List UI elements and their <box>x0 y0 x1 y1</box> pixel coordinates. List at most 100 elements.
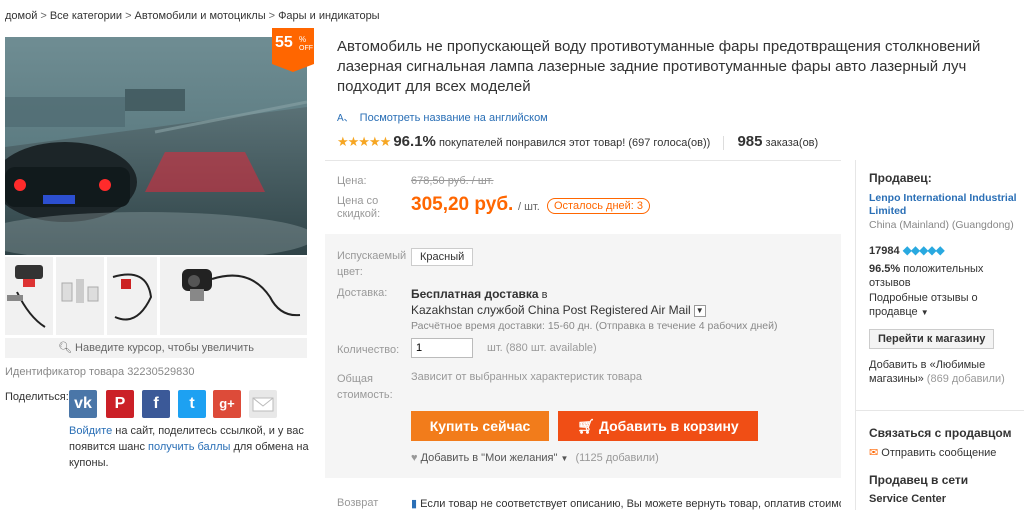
seller-heading: Продавец: <box>869 171 932 185</box>
message-icon: ✉ <box>869 447 879 459</box>
orders-label: заказа(ов) <box>765 137 819 149</box>
discount-badge: 55 % OFF <box>272 28 314 72</box>
discount-price: 305,20 руб. <box>411 194 514 215</box>
breadcrumb-home[interactable]: домой <box>5 10 37 22</box>
rating-stars-icon: ★★★★★ <box>337 134 391 149</box>
thumbnail-2[interactable] <box>56 257 104 335</box>
buy-now-button[interactable]: Купить сейчас <box>411 411 549 441</box>
chevron-down-icon: ▼ <box>920 308 929 317</box>
quantity-label: Количество: <box>337 344 400 356</box>
return-label: Возврат <box>337 497 379 509</box>
price-label: Цена: <box>337 175 367 187</box>
shipping-method[interactable]: Kazakhstan службой China Post Registered… <box>411 303 691 317</box>
breadcrumb-sep: > <box>125 10 132 22</box>
chevron-down-icon[interactable]: ▼ <box>693 305 706 318</box>
wishlist-label: Добавить в "Мои желания" <box>420 452 558 464</box>
feedback-percent: 96.5% <box>869 263 901 275</box>
email-icon[interactable] <box>249 390 277 418</box>
discount-price-label: Цена со скидкой: <box>337 195 381 220</box>
price-area: Цена: 678,50 руб. / шт. Цена со скидкой:… <box>325 160 841 233</box>
color-option-red[interactable]: Красный <box>411 248 474 266</box>
thumbnail-4[interactable] <box>160 257 307 335</box>
foggy-road-car-photo <box>5 37 307 255</box>
send-message-text: Отправить сообщение <box>881 447 997 459</box>
share-points-text: Войдите на сайт, поделитесь ссылкой, и у… <box>69 423 309 471</box>
free-shipping-text: Бесплатная доставка <box>411 287 539 301</box>
orders-count: 985 <box>737 133 763 150</box>
product-id: Идентификатор товара 32230529830 <box>5 366 195 378</box>
vk-icon[interactable]: vk <box>69 390 97 418</box>
return-policy: ▮ Если товар не соответствует описанию, … <box>411 497 841 510</box>
go-to-store-button[interactable]: Перейти к магазину <box>869 329 995 349</box>
breadcrumb: домой > Все категории > Автомобили и мотоцик… <box>5 10 380 22</box>
options-box: Испускаемый цвет: Красный Доставка: Бесп… <box>325 234 841 478</box>
shipping-to: в <box>541 289 548 301</box>
translate-link-text: Посмотреть название на английском <box>359 112 548 124</box>
twitter-icon[interactable]: t <box>178 390 206 418</box>
thumbnail-1[interactable] <box>5 257 53 335</box>
get-points-link[interactable]: получить баллы <box>148 441 230 453</box>
quantity-available: шт. (880 шт. available) <box>487 342 597 354</box>
days-left-badge: Осталось дней: 3 <box>547 198 651 214</box>
rating-text[interactable]: покупателей понравился этот товар! (697 … <box>439 137 710 149</box>
breadcrumb-all-categories[interactable]: Все категории <box>50 10 122 22</box>
seller-feedback: 96.5% положительных отзывов <box>869 262 1019 290</box>
seller-online-heading: Продавец в сети <box>869 473 969 487</box>
share-label: Поделиться: <box>5 391 69 403</box>
googleplus-icon[interactable]: g+ <box>213 390 241 418</box>
favorite-count: (869 добавили) <box>926 373 1005 385</box>
send-message-link[interactable]: ✉ Отправить сообщение <box>869 446 996 459</box>
add-to-cart-label: Добавить в корзину <box>598 418 739 434</box>
return-icon: ▮ <box>411 498 418 510</box>
facebook-icon[interactable]: f <box>142 390 170 418</box>
store-name-link[interactable]: Lenpo International Industrial Limited <box>869 192 1019 218</box>
thumbnail-strip <box>5 257 307 337</box>
shipping-info: Бесплатная доставка в Kazakhstan службой… <box>411 287 831 334</box>
total-label: Общая стоимость: <box>337 373 393 401</box>
thumbnail-3[interactable] <box>107 257 157 335</box>
zoom-hint-text: Наведите курсор, чтобы увеличить <box>75 342 254 354</box>
add-to-cart-button[interactable]: 🛒︎ Добавить в корзину <box>558 411 758 441</box>
seller-score-value: 17984 <box>869 245 900 257</box>
seller-panel: Продавец: Lenpo International Industrial… <box>855 160 1024 510</box>
cart-icon: 🛒︎ <box>577 418 596 434</box>
wishlist-link[interactable]: ♥ Добавить в "Мои желания" ▼ (1125 добав… <box>411 452 659 464</box>
main-product-image[interactable] <box>5 37 307 255</box>
store-location: China (Mainland) (Guangdong) <box>869 219 1014 231</box>
zoom-hint-bar: 🔍︎ Наведите курсор, чтобы увеличить <box>5 338 307 358</box>
magnifier-icon: 🔍︎ <box>58 342 72 354</box>
delivery-time: Расчётное время доставки: 15-60 дн. (Отп… <box>411 320 778 332</box>
discount-percent: 55 <box>275 34 293 51</box>
divider <box>723 136 725 151</box>
divider <box>856 410 1024 411</box>
translate-icon: A、 <box>337 113 354 124</box>
add-favorite-store[interactable]: Добавить в «Любимые магазины» (869 добав… <box>869 358 1019 386</box>
service-center-link[interactable]: Service Center <box>869 493 946 505</box>
total-value: Зависит от выбранных характеристик товар… <box>411 371 642 383</box>
discount-off-label: OFF <box>299 45 313 52</box>
contact-seller-heading: Связаться с продавцом <box>869 426 1012 440</box>
wishlist-count: (1125 добавили) <box>575 452 659 464</box>
old-price: 678,50 руб. / шт. <box>411 175 494 187</box>
diamond-rating-icon: ◆◆◆◆◆ <box>902 243 945 257</box>
login-link[interactable]: Войдите <box>69 425 112 437</box>
chevron-down-icon: ▼ <box>560 454 569 463</box>
discount-percent-sign: % <box>299 35 307 44</box>
product-title: Автомобиль не пропускающей воду противот… <box>337 38 981 95</box>
heart-icon: ♥ <box>411 452 418 464</box>
color-label: Испускаемый цвет: <box>337 250 407 278</box>
shipping-label: Доставка: <box>337 287 388 299</box>
price-unit: / шт. <box>518 201 540 213</box>
breadcrumb-sep: > <box>268 10 276 22</box>
pinterest-icon[interactable]: P <box>106 390 134 418</box>
rating-percent: 96.1% <box>393 133 436 150</box>
breadcrumb-automotive[interactable]: Автомобили и мотоциклы <box>135 10 266 22</box>
breadcrumb-lights[interactable]: Фары и индикаторы <box>278 10 380 22</box>
detailed-feedback-link[interactable]: Подробные отзывы о продавце ▼ <box>869 291 1019 320</box>
return-text: Если товар не соответствует описанию, Вы… <box>420 498 841 510</box>
translate-link[interactable]: A、 Посмотреть название на английском <box>337 109 548 124</box>
seller-score[interactable]: 17984 ◆◆◆◆◆ <box>869 243 945 257</box>
breadcrumb-sep: > <box>40 10 47 22</box>
rating-row: ★★★★★ 96.1% покупателей понравился этот … <box>337 133 819 151</box>
quantity-input[interactable] <box>411 338 473 358</box>
